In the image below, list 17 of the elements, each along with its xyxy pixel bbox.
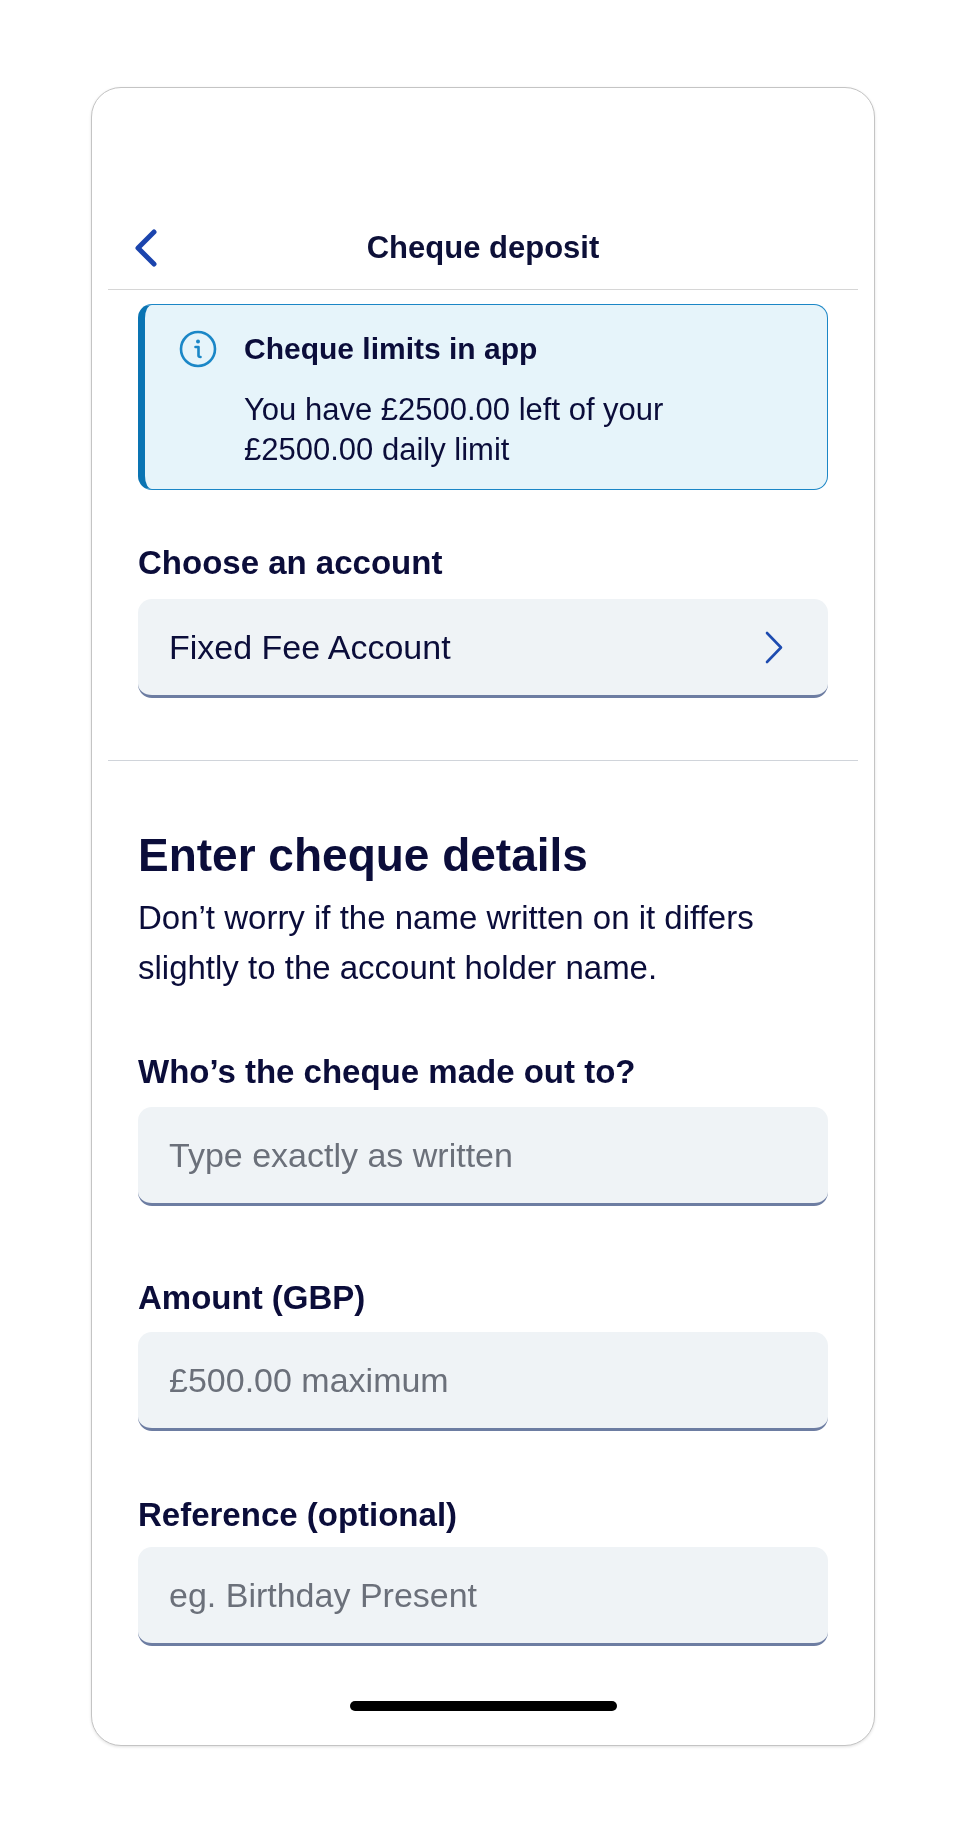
text-field[interactable]: Type exactly as written [138, 1107, 828, 1206]
notice-text: You have £2500.00 left of your £2500.00 daily limit [244, 391, 665, 469]
back-button[interactable] [134, 229, 158, 267]
field-label: Choose an account [138, 543, 444, 583]
account-select[interactable]: Fixed Fee Account [138, 599, 828, 698]
screen-title: Cheque deposit [366, 229, 600, 267]
notice-title: Cheque limits in app [244, 331, 539, 367]
text-field[interactable]: £500.00 maximum [138, 1332, 828, 1431]
section-heading: Enter cheque details [138, 828, 589, 883]
text-field[interactable]: eg. Birthday Present [138, 1547, 828, 1646]
section-description: Don’t worry if the name written on it differs slightly to the account holder name. [138, 898, 755, 988]
info-icon [179, 330, 217, 368]
chevron-right-icon [764, 630, 784, 664]
field-label: Reference (optional) [138, 1495, 459, 1535]
field-label: Amount (GBP) [138, 1278, 367, 1318]
field-label: Who’s the cheque made out to? [138, 1052, 637, 1092]
chevron-left-icon [134, 229, 158, 267]
